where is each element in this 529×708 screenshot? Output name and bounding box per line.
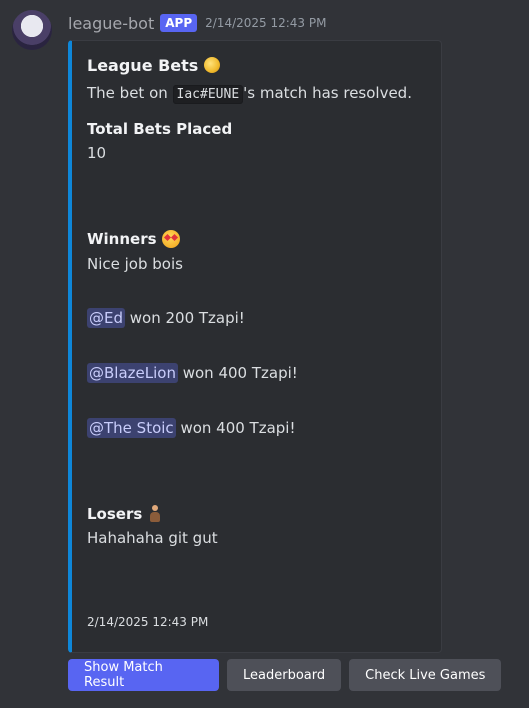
- message-header: league-bot APP 2/14/2025 12:43 PM: [68, 12, 326, 34]
- losers-field-name: Losers: [87, 504, 163, 524]
- total-bets-field-value: 10: [87, 144, 107, 162]
- winner-entry: @BlazeLion won 400 Tzapi!: [87, 362, 298, 384]
- user-mention[interactable]: @The Stoic: [87, 418, 176, 438]
- winner-entry: @Ed won 200 Tzapi!: [87, 307, 245, 329]
- message-timestamp[interactable]: 2/14/2025 12:43 PM: [205, 16, 326, 30]
- winners-field-name: Winners: [87, 229, 180, 249]
- bot-message: league-bot APP 2/14/2025 12:43 PM League…: [0, 0, 529, 708]
- action-row: Show Match Result Leaderboard Check Live…: [68, 659, 502, 691]
- embed-footer-timestamp: 2/14/2025 12:43 PM: [87, 615, 209, 629]
- embed-title-text: League Bets: [87, 55, 199, 75]
- user-mention[interactable]: @Ed: [87, 308, 125, 328]
- check-live-games-button[interactable]: Check Live Games: [349, 659, 502, 691]
- coin-icon: [204, 57, 221, 73]
- winners-label: Winners: [87, 230, 157, 248]
- winners-intro: Nice job bois: [87, 255, 183, 273]
- summoner-code: Iac#EUNE: [172, 85, 244, 104]
- description-prefix: The bet on: [87, 84, 173, 102]
- leaderboard-button[interactable]: Leaderboard: [227, 659, 342, 691]
- star-struck-face-icon: [161, 230, 180, 248]
- winner-text: won 200 Tzapi!: [125, 309, 245, 327]
- total-bets-field-name: Total Bets Placed: [87, 120, 233, 138]
- losers-label: Losers: [87, 505, 143, 523]
- app-badge: APP: [160, 14, 198, 32]
- description-suffix: 's match has resolved.: [243, 84, 412, 102]
- embed-content: League Bets The bet on Iac#EUNE's match …: [87, 53, 429, 105]
- bot-avatar[interactable]: [12, 10, 52, 50]
- user-mention[interactable]: @BlazeLion: [87, 363, 178, 383]
- bet-result-embed: League Bets The bet on Iac#EUNE's match …: [68, 40, 442, 653]
- winner-entry: @The Stoic won 400 Tzapi!: [87, 417, 296, 439]
- embed-description: The bet on Iac#EUNE's match has resolved…: [87, 83, 429, 105]
- winner-text: won 400 Tzapi!: [175, 419, 296, 437]
- losers-field-value: Hahahaha git gut: [87, 529, 218, 547]
- show-match-result-button[interactable]: Show Match Result: [68, 659, 219, 691]
- embed-title: League Bets: [87, 53, 429, 77]
- winner-text: won 400 Tzapi!: [177, 364, 298, 382]
- person-with-cane-icon: [147, 505, 163, 523]
- bot-username[interactable]: league-bot: [68, 14, 154, 33]
